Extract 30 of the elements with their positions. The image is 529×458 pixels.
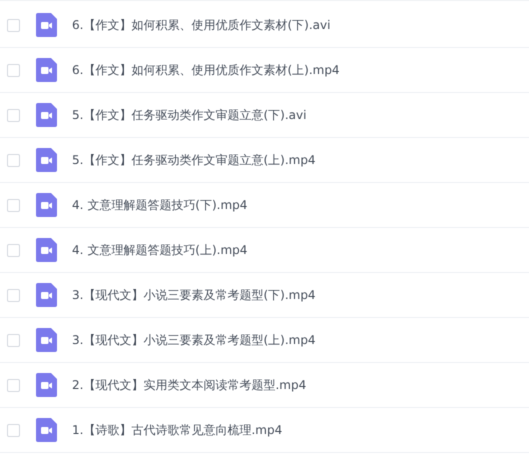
file-name[interactable]: 3.【现代文】小说三要素及常考题型(下).mp4 [72,286,316,304]
video-file-icon [36,283,57,307]
checkbox[interactable] [7,244,20,256]
checkbox[interactable] [7,288,20,302]
video-file-icon [36,193,57,217]
file-name[interactable]: 5.【作文】任务驱动类作文审题立意(上).mp4 [72,152,316,168]
checkbox[interactable] [7,154,20,166]
checkbox[interactable] [7,334,20,346]
video-file-icon [36,148,57,172]
file-name[interactable]: 4. 文意理解题答题技巧(下).mp4 [72,196,248,214]
video-file-icon [36,238,57,262]
video-file-icon [36,373,57,397]
checkbox[interactable] [7,64,20,76]
checkbox[interactable] [7,18,20,32]
checkbox[interactable] [7,108,20,122]
file-name[interactable]: 6.【作文】如何积累、使用优质作文素材(下).avi [72,16,330,34]
checkbox[interactable] [7,198,20,212]
video-file-icon [36,103,57,127]
file-name[interactable]: 6.【作文】如何积累、使用优质作文素材(上).mp4 [72,62,340,78]
video-file-icon [36,13,57,37]
file-name[interactable]: 5.【作文】任务驱动类作文审题立意(下).avi [72,106,306,124]
file-name[interactable]: 3.【现代文】小说三要素及常考题型(上).mp4 [72,332,316,348]
video-file-icon [36,418,57,442]
checkbox[interactable] [7,378,20,392]
video-file-icon [36,328,57,352]
video-file-icon [36,58,57,82]
file-name[interactable]: 2.【现代文】实用类文本阅读常考题型.mp4 [72,376,306,394]
checkbox[interactable] [7,424,20,436]
file-name[interactable]: 4. 文意理解题答题技巧(上).mp4 [72,242,248,258]
file-name[interactable]: 1.【诗歌】古代诗歌常见意向梳理.mp4 [72,422,282,438]
